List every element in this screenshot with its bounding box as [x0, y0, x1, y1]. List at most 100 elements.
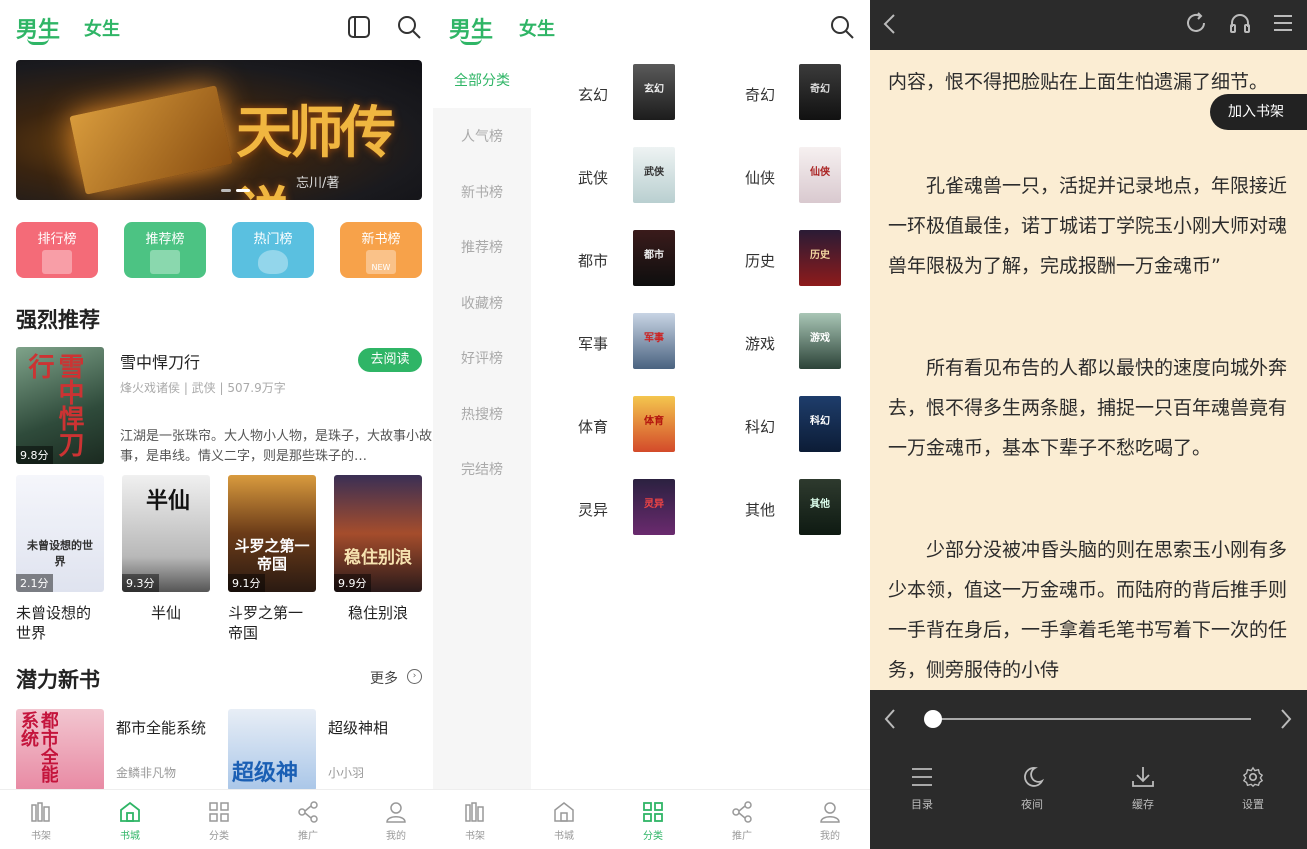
sidebar-item-finished[interactable]: 完结榜 — [433, 459, 531, 479]
genre-dushi[interactable]: 都市 — [578, 250, 608, 271]
genre-cover[interactable]: 历史 — [799, 230, 841, 286]
featured-title[interactable]: 雪中悍刀行 — [120, 349, 200, 373]
sidebar-item-trending[interactable]: 热搜榜 — [433, 404, 531, 424]
tab-female[interactable]: 女生 — [519, 15, 555, 41]
genre-cover[interactable]: 其他 — [799, 479, 841, 535]
tool-catalog[interactable]: 目录 — [892, 766, 952, 812]
nav-category[interactable]: 分类 — [623, 800, 683, 842]
book-title[interactable]: 未曾设想的世界 — [16, 603, 104, 643]
rank-button-popular[interactable]: 排行榜 — [16, 222, 98, 278]
rank-button-label: 排行榜 — [37, 232, 77, 247]
nav-bookshelf[interactable]: 书架 — [11, 800, 71, 842]
rank-button-label: 热门榜 — [253, 232, 293, 247]
book-title[interactable]: 斗罗之第一帝国 — [228, 603, 316, 643]
reader-panel: 内容，恨不得把脸贴在上面生怕遗漏了细节。 孔雀魂兽一只，活捉并记录地点，年限接近… — [870, 0, 1307, 849]
menu-icon[interactable] — [1272, 12, 1294, 34]
genre-cover[interactable]: 军事 — [633, 313, 675, 369]
nav-bookstore[interactable]: 书城 — [100, 800, 160, 842]
tool-night[interactable]: 夜间 — [1002, 766, 1062, 812]
sidebar-item-popular[interactable]: 人气榜 — [433, 126, 531, 146]
genre-qihuan[interactable]: 奇幻 — [745, 84, 775, 105]
refresh-icon[interactable] — [1184, 11, 1208, 35]
tool-settings[interactable]: 设置 — [1223, 766, 1283, 812]
section-title-new: 潜力新书 — [16, 667, 100, 692]
prev-chapter-icon[interactable] — [882, 707, 898, 731]
new-book-cover[interactable]: 超级神相 — [228, 709, 316, 791]
genre-xuanhuan[interactable]: 玄幻 — [578, 84, 608, 105]
nav-label: 分类 — [209, 831, 229, 842]
genre-cover[interactable]: 都市 — [633, 230, 675, 286]
flame-icon — [258, 250, 288, 274]
genre-cover[interactable]: 玄幻 — [633, 64, 675, 120]
nav-promote[interactable]: 推广 — [278, 800, 338, 842]
genre-cover[interactable]: 武侠 — [633, 147, 675, 203]
genre-qita[interactable]: 其他 — [745, 499, 775, 520]
cover-title: 都市全能系统 — [18, 711, 58, 783]
category-topbar: 男生 女生 — [433, 0, 870, 54]
progress-slider-knob[interactable] — [923, 710, 942, 728]
genre-lingyi[interactable]: 灵异 — [578, 499, 608, 520]
genre-tiyu[interactable]: 体育 — [578, 416, 608, 437]
search-icon[interactable] — [829, 14, 855, 40]
more-link[interactable]: 更多 — [370, 668, 398, 688]
store-topbar: 男生 女生 — [0, 0, 433, 54]
cover-title: 未曾设想的世界 — [27, 539, 93, 568]
sidebar-item-all[interactable]: 全部分类 — [433, 54, 531, 108]
genre-lishi[interactable]: 历史 — [745, 250, 775, 271]
rank-button-new[interactable]: 新书榜 NEW — [340, 222, 422, 278]
genre-kehuan[interactable]: 科幻 — [745, 416, 775, 437]
nav-label: 推广 — [298, 831, 318, 842]
genre-cover[interactable]: 科幻 — [799, 396, 841, 452]
nav-mine[interactable]: 我的 — [366, 800, 426, 842]
read-button[interactable]: 去阅读 — [358, 348, 422, 372]
nav-category[interactable]: 分类 — [189, 800, 249, 842]
new-book-title[interactable]: 超级神相 — [328, 718, 388, 738]
list-icon — [912, 768, 932, 786]
featured-book-cover[interactable]: 雪中悍刀行 9.8分 — [16, 347, 104, 464]
genre-cover[interactable]: 仙侠 — [799, 147, 841, 203]
rank-button-recommend[interactable]: 推荐榜 — [124, 222, 206, 278]
nav-label: 书城 — [120, 831, 140, 842]
new-book-title[interactable]: 都市全能系统 — [116, 718, 212, 738]
genre-cover[interactable]: 奇幻 — [799, 64, 841, 120]
sidebar-item-recommend[interactable]: 推荐榜 — [433, 237, 531, 257]
tool-cache[interactable]: 缓存 — [1113, 766, 1173, 812]
promo-banner[interactable]: 天师传说 忘川/著 — [16, 60, 422, 200]
genre-cover[interactable]: 体育 — [633, 396, 675, 452]
book-cover[interactable]: 斗罗之第一帝国 9.1分 — [228, 475, 316, 592]
nav-mine[interactable]: 我的 — [800, 800, 860, 842]
nav-promote[interactable]: 推广 — [712, 800, 772, 842]
next-chapter-icon[interactable] — [1278, 707, 1294, 731]
back-icon[interactable] — [880, 12, 900, 36]
sidebar-item-favorite[interactable]: 收藏榜 — [433, 293, 531, 313]
sidebar-item-new[interactable]: 新书榜 — [433, 182, 531, 202]
chevron-right-icon[interactable]: › — [407, 669, 422, 684]
book-cover[interactable]: 半仙 9.3分 — [122, 475, 210, 592]
search-icon[interactable] — [396, 14, 422, 40]
grid-icon — [209, 802, 229, 822]
genre-youxi[interactable]: 游戏 — [745, 333, 775, 354]
sidebar-item-rating[interactable]: 好评榜 — [433, 348, 531, 368]
nav-bookstore[interactable]: 书城 — [534, 800, 594, 842]
book-cover[interactable]: 稳住别浪 9.9分 — [334, 475, 422, 592]
bookshelf-toggle-icon[interactable] — [346, 14, 372, 40]
share-icon — [298, 801, 318, 823]
tab-female[interactable]: 女生 — [84, 15, 120, 41]
nav-bookshelf[interactable]: 书架 — [445, 800, 505, 842]
book-title[interactable]: 稳住别浪 — [334, 603, 422, 623]
book-title[interactable]: 半仙 — [122, 603, 210, 623]
rank-button-hot[interactable]: 热门榜 — [232, 222, 314, 278]
progress-slider-track[interactable] — [926, 718, 1251, 720]
book-cover[interactable]: 未曾设想的世界 2.1分 — [16, 475, 104, 592]
cover-title: 奇幻 — [810, 84, 830, 95]
new-book-cover[interactable]: 都市全能系统 — [16, 709, 104, 791]
headphones-icon[interactable] — [1228, 11, 1252, 35]
add-to-shelf-button[interactable]: 加入书架 — [1210, 94, 1307, 130]
share-icon — [732, 801, 752, 823]
genre-cover[interactable]: 灵异 — [633, 479, 675, 535]
genre-xianxia[interactable]: 仙侠 — [745, 167, 775, 188]
genre-wuxia[interactable]: 武侠 — [578, 167, 608, 188]
tool-label: 目录 — [911, 798, 933, 811]
genre-cover[interactable]: 游戏 — [799, 313, 841, 369]
genre-junshi[interactable]: 军事 — [578, 333, 608, 354]
